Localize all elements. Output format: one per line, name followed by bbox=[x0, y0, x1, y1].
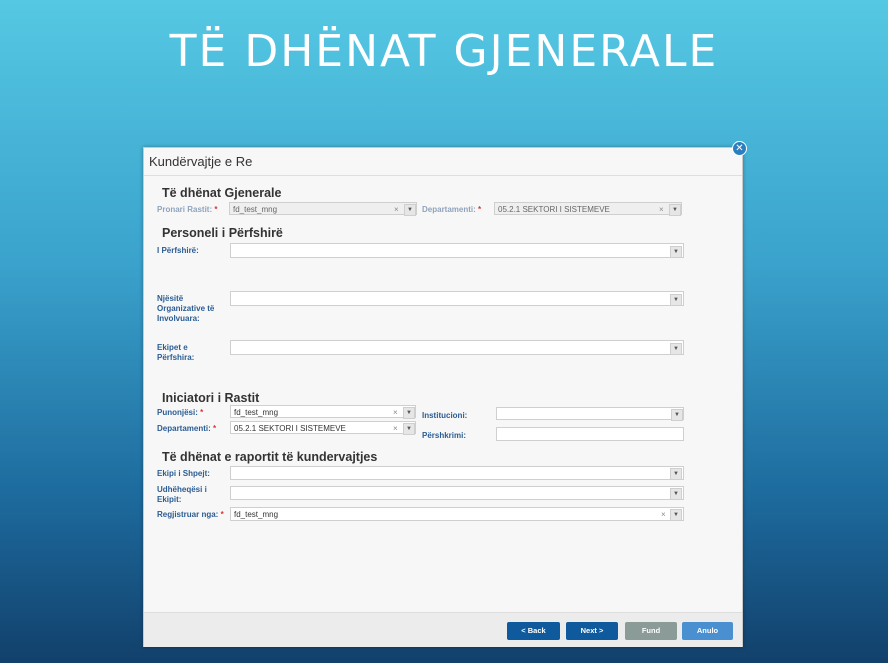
udheheqesi-label: Udhëheqësi i Ekipit: bbox=[157, 485, 207, 504]
perfshire-label: I Përfshirë: bbox=[157, 246, 199, 255]
chevron-down-icon[interactable]: ▼ bbox=[670, 343, 682, 355]
anulo-button[interactable]: Anulo bbox=[682, 622, 733, 640]
pronari-label: Pronari Rastit: * bbox=[157, 205, 218, 214]
pershkrimi-input[interactable] bbox=[496, 427, 684, 441]
ekipi-shpejt-label: Ekipi i Shpejt: bbox=[157, 469, 210, 478]
chevron-down-icon[interactable]: ▼ bbox=[670, 509, 682, 521]
departamenti-top-field[interactable]: 05.2.1 SEKTORI I SISTEMEVE × ▼ bbox=[494, 202, 682, 216]
njesite-label: Njësitë Organizative të Involvuara: bbox=[157, 294, 215, 323]
dialog-header: Kundërvajtje e Re bbox=[144, 148, 742, 176]
ekipi-shpejt-select[interactable]: ▼ bbox=[230, 466, 684, 480]
departamenti-label: Departamenti: * bbox=[157, 424, 217, 433]
njesite-select[interactable]: ▼ bbox=[230, 291, 684, 306]
section-persons-title: Personeli i Përfshirë bbox=[162, 226, 283, 240]
ekipet-select[interactable]: ▼ bbox=[230, 340, 684, 355]
institucioni-label: Institucioni: bbox=[422, 411, 468, 420]
perfshire-select[interactable]: ▼ bbox=[230, 243, 684, 258]
clear-icon[interactable]: × bbox=[394, 203, 399, 216]
chevron-down-icon[interactable]: ▼ bbox=[403, 407, 415, 419]
section-initiator-title: Iniciatori i Rastit bbox=[162, 391, 260, 405]
fund-button[interactable]: Fund bbox=[625, 622, 677, 640]
back-button[interactable]: < Back bbox=[507, 622, 560, 640]
departamenti-top-label: Departamenti: * bbox=[422, 205, 482, 214]
dialog: Kundërvajtje e Re Të dhënat Gjenerale Pr… bbox=[143, 147, 743, 647]
departamenti-field[interactable]: 05.2.1 SEKTORI I SISTEMEVE × ▼ bbox=[230, 421, 416, 435]
pronari-field[interactable]: fd_test_mng × ▼ bbox=[229, 202, 417, 216]
slide-title: TË DHËNAT GJENERALE bbox=[169, 26, 719, 77]
regjistruar-label: Regjistruar nga: * bbox=[157, 510, 224, 519]
pershkrimi-label: Përshkrimi: bbox=[422, 431, 467, 440]
clear-icon[interactable]: × bbox=[393, 406, 398, 419]
section-report-title: Të dhënat e raportit të kundervajtjes bbox=[162, 450, 378, 464]
chevron-down-icon[interactable]: ▼ bbox=[670, 246, 682, 258]
punonjesi-label: Punonjësi: * bbox=[157, 408, 204, 417]
section-general-title: Të dhënat Gjenerale bbox=[162, 186, 282, 200]
clear-icon[interactable]: × bbox=[659, 203, 664, 216]
punonjesi-field[interactable]: fd_test_mng × ▼ bbox=[230, 405, 416, 419]
next-button[interactable]: Next > bbox=[566, 622, 618, 640]
close-icon[interactable]: ✕ bbox=[732, 141, 747, 156]
institucioni-select[interactable]: ▼ bbox=[496, 407, 684, 421]
ekipet-label: Ekipet e Përfshira: bbox=[157, 343, 195, 362]
chevron-down-icon[interactable]: ▼ bbox=[670, 468, 682, 480]
chevron-down-icon[interactable]: ▼ bbox=[670, 488, 682, 500]
dialog-footer: < Back Next > Fund Anulo bbox=[144, 612, 742, 647]
clear-icon[interactable]: × bbox=[393, 422, 398, 435]
chevron-down-icon[interactable]: ▼ bbox=[403, 423, 415, 435]
chevron-down-icon[interactable]: ▼ bbox=[669, 204, 681, 216]
udheheqesi-select[interactable]: ▼ bbox=[230, 486, 684, 500]
chevron-down-icon[interactable]: ▼ bbox=[404, 204, 416, 216]
dialog-title: Kundërvajtje e Re bbox=[149, 154, 253, 169]
chevron-down-icon[interactable]: ▼ bbox=[671, 409, 683, 421]
clear-icon[interactable]: × bbox=[661, 508, 666, 521]
chevron-down-icon[interactable]: ▼ bbox=[670, 294, 682, 306]
regjistruar-field[interactable]: fd_test_mng × ▼ bbox=[230, 507, 684, 521]
